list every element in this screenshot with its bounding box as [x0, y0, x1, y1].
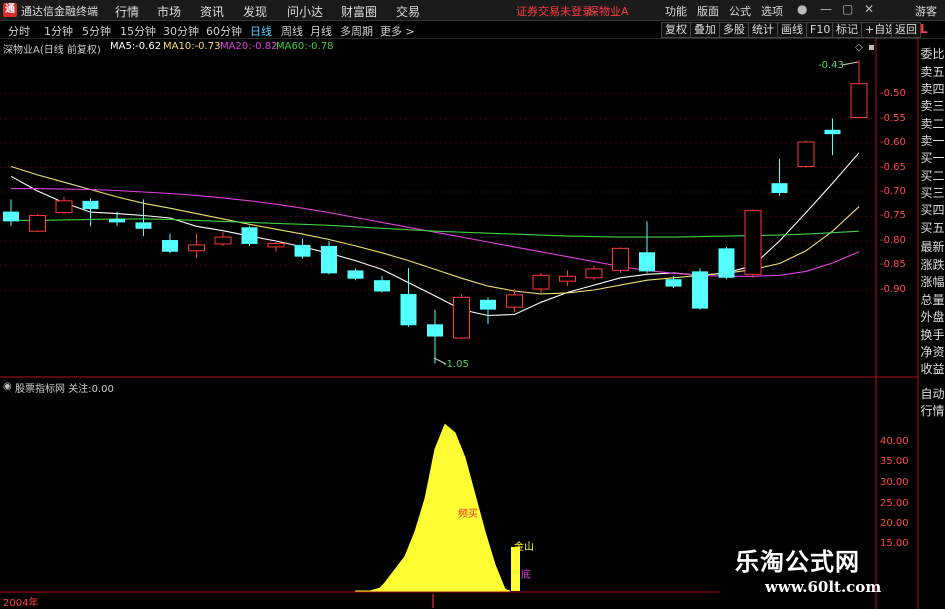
candle-body-down	[771, 183, 788, 193]
candle-body-down	[400, 293, 417, 326]
candle-body-down	[639, 252, 655, 272]
panel-weibi: 委比	[920, 47, 945, 61]
panel-buy3: 买三	[920, 186, 945, 200]
panel-change-pct: 涨幅	[920, 275, 945, 289]
high-pointer	[841, 61, 859, 66]
candle-body-down	[718, 248, 735, 278]
ma-lines	[10, 152, 860, 317]
high-label: -0.43	[818, 60, 844, 71]
candle-body-up	[559, 275, 576, 282]
signal-bar	[511, 547, 520, 591]
auto-button[interactable]: 自动	[920, 387, 945, 401]
candle-body-down	[347, 270, 364, 279]
watermark-url: www.60lt.com	[765, 578, 882, 596]
candle-body-down	[3, 211, 19, 222]
panel-net-assets: 净资	[920, 345, 945, 359]
panel-change: 涨跌	[920, 258, 945, 272]
candle-body-down	[427, 324, 443, 337]
candle-body-down	[321, 245, 337, 274]
panel-outer: 外盘	[920, 310, 945, 324]
panel-buy2: 买二	[920, 169, 945, 183]
panel-buy4: 买四	[920, 203, 945, 217]
candles	[3, 59, 868, 364]
candle-body-up	[612, 247, 629, 271]
candle-body-down	[692, 271, 708, 309]
candle-body-down	[135, 222, 152, 229]
panel-turnover: 换手	[920, 328, 945, 342]
candle-body-up	[744, 210, 762, 275]
panel-sell3: 卖三	[920, 99, 945, 113]
candle-body-up	[506, 294, 523, 308]
candle-body-down	[241, 227, 258, 244]
panel-buy1: 买一	[920, 151, 945, 165]
watermark-title: 乐淘公式网	[735, 547, 860, 576]
year-label: 2004年	[3, 596, 38, 609]
candle-body-up	[188, 244, 205, 252]
candle-body-up	[585, 268, 603, 279]
candle-body-down	[82, 200, 99, 210]
candle-body-down	[294, 244, 311, 257]
panel-earnings: 收益	[920, 362, 945, 376]
candle-body-down	[162, 240, 178, 252]
candle-body-up	[29, 215, 46, 232]
panel-sell5: 卖五	[920, 65, 945, 79]
candle-body-down	[109, 218, 125, 223]
panel-buy5: 买五	[920, 221, 945, 235]
candle-body-up	[214, 236, 232, 245]
panel-sell4: 卖四	[920, 82, 945, 96]
candle-body-down	[665, 279, 682, 287]
candle-body-up	[55, 200, 73, 214]
buy-signal-label: 频买	[458, 507, 478, 520]
candle-body-up	[453, 296, 470, 339]
panel-sell1: 卖一	[920, 134, 945, 148]
kline-chart[interactable]: -0.43 -1.05 频买 金山 底 2004年	[0, 0, 945, 609]
candle-body-down	[480, 299, 496, 310]
mountain-label: 金山	[514, 540, 534, 553]
quote-button[interactable]: 行情	[920, 404, 945, 418]
candle-body-up	[850, 83, 868, 119]
candle-body-up	[797, 141, 815, 168]
low-label: -1.05	[443, 359, 469, 370]
ma5-line	[10, 152, 860, 317]
candle-body-up	[532, 274, 550, 290]
bottom-label: 底	[521, 568, 531, 581]
indicator-area-fill	[355, 423, 511, 592]
candle-body-down	[374, 280, 390, 292]
candle-body-down	[824, 129, 841, 135]
panel-sell2: 卖二	[920, 117, 945, 131]
candle-body-up	[267, 242, 285, 248]
panel-volume: 总量	[920, 293, 945, 307]
indicator-area	[355, 423, 511, 592]
panel-latest: 最新	[920, 240, 945, 254]
